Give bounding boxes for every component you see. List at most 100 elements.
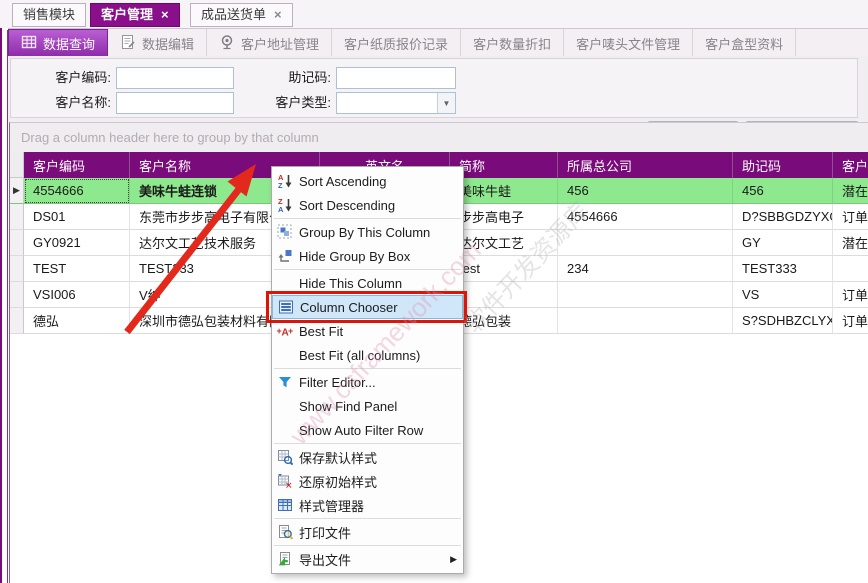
table-cell[interactable]: GY — [733, 230, 833, 256]
customer-code-input[interactable] — [116, 67, 234, 89]
tab-customer-management[interactable]: 客户管理 × — [90, 3, 180, 27]
customer-code-label: 客户编码: — [25, 67, 111, 89]
submenu-arrow-icon: ▶ — [450, 554, 457, 565]
menu-item-label: Show Auto Filter Row — [299, 423, 457, 438]
filter-icon — [277, 374, 299, 390]
customer-name-input[interactable] — [116, 92, 234, 114]
table-cell[interactable]: 456 — [733, 178, 833, 204]
menu-item-sort-ascending[interactable]: AZSort Ascending — [272, 169, 463, 193]
sub-tab-label: 客户唛头文件管理 — [576, 34, 680, 53]
red-annotation-arrow — [115, 150, 275, 345]
edit-doc-icon — [120, 34, 136, 52]
subtab-customer-box-type[interactable]: 客户盒型资料 — [693, 29, 796, 57]
tab-finished-goods-delivery[interactable]: 成品送货单 × — [190, 3, 293, 27]
menu-item-restore-initial-style[interactable]: ✕还原初始样式 — [272, 469, 463, 493]
menu-item-group-by-this-column[interactable]: Group By This Column — [272, 220, 463, 244]
menu-item-show-auto-filter-row[interactable]: Show Auto Filter Row — [272, 418, 463, 442]
column-header-4[interactable]: 所属总公司 — [558, 152, 733, 178]
table-cell[interactable]: 订单客户 — [833, 204, 868, 230]
svg-text:Z: Z — [278, 181, 283, 189]
column-header-5[interactable]: 助记码 — [733, 152, 833, 178]
sub-tab-label: 数据编辑 — [142, 34, 194, 53]
row-indicator[interactable] — [10, 204, 24, 230]
customer-name-label: 客户名称: — [25, 92, 111, 114]
style-manager-icon — [277, 497, 299, 513]
table-cell[interactable]: 订单客户 — [833, 282, 868, 308]
subtab-data-query[interactable]: 数据查询 — [8, 29, 108, 57]
table-cell[interactable] — [558, 282, 733, 308]
close-icon[interactable]: × — [161, 3, 169, 27]
table-cell[interactable] — [558, 230, 733, 256]
window-tab-bar: 销售模块客户管理 × 成品送货单 × — [0, 0, 868, 28]
table-cell[interactable]: 234 — [558, 256, 733, 282]
row-indicator[interactable] — [10, 230, 24, 256]
table-cell[interactable]: 潜在客户 — [833, 230, 868, 256]
table-cell[interactable]: D?SBBGDZYXGS — [733, 204, 833, 230]
close-icon[interactable]: × — [274, 3, 282, 27]
grid-icon — [21, 34, 37, 52]
menu-separator — [274, 545, 461, 546]
menu-item-filter-editor[interactable]: Filter Editor... — [272, 370, 463, 394]
menu-item-label: Show Find Panel — [299, 399, 457, 414]
no-icon — [277, 422, 299, 438]
app-window: { "window_tabs": [ {"name":"tab-sales-mo… — [0, 0, 868, 583]
menu-separator — [274, 518, 461, 519]
menu-item-show-find-panel[interactable]: Show Find Panel — [272, 394, 463, 418]
left-edge-outer — [0, 12, 2, 583]
sub-tab-label: 客户地址管理 — [241, 34, 319, 53]
tab-sales-module[interactable]: 销售模块 — [12, 3, 86, 27]
table-cell[interactable]: 订单客户 — [833, 308, 868, 334]
column-header-6[interactable]: 客户属性 — [833, 152, 868, 178]
table-cell[interactable]: 步步高电子 — [450, 204, 558, 230]
table-cell[interactable] — [558, 308, 733, 334]
svg-text:A: A — [278, 205, 284, 213]
menu-item-save-default-style[interactable]: 保存默认样式 — [272, 445, 463, 469]
menu-item-label: Hide Group By Box — [299, 249, 457, 264]
subtab-customer-paper-quote[interactable]: 客户纸质报价记录 — [332, 29, 461, 57]
mnemonic-code-input[interactable] — [336, 67, 456, 89]
menu-item-label: 打印文件 — [299, 523, 457, 542]
table-cell[interactable]: 美味牛蛙 — [450, 178, 558, 204]
subtab-data-edit[interactable]: 数据编辑 — [108, 29, 207, 57]
menu-item-label: 导出文件 — [299, 550, 450, 569]
table-cell[interactable]: TEST333 — [733, 256, 833, 282]
group-by-icon — [277, 224, 299, 240]
table-cell[interactable]: 4554666 — [558, 204, 733, 230]
row-indicator[interactable] — [10, 282, 24, 308]
menu-item-label: Best Fit — [299, 324, 457, 339]
tab-label: 客户管理 — [101, 3, 153, 27]
table-cell[interactable]: VS — [733, 282, 833, 308]
restore-style-icon: ✕ — [277, 473, 299, 489]
module-sub-tab-bar: 数据查询 数据编辑 客户地址管理客户纸质报价记录客户数量折扣客户唛头文件管理 客户盒型… — [8, 28, 868, 58]
search-panel: 客户编码: 助记码: 客户名称: 客户类型: ▼ 查询(S) 清空(E) — [10, 58, 858, 118]
menu-item-best-fit-all-columns[interactable]: Best Fit (all columns) — [272, 343, 463, 367]
menu-item-print-file[interactable]: 打印文件 — [272, 520, 463, 544]
menu-item-sort-descending[interactable]: ZASort Descending — [272, 193, 463, 217]
subtab-customer-address[interactable]: 客户地址管理 — [207, 29, 332, 57]
row-indicator[interactable] — [10, 256, 24, 282]
menu-item-style-manager[interactable]: 样式管理器 — [272, 493, 463, 517]
current-row-arrow-icon[interactable]: ▶ — [10, 178, 24, 204]
chevron-down-icon[interactable]: ▼ — [437, 93, 455, 113]
table-cell[interactable] — [833, 256, 868, 282]
subtab-customer-mark-file[interactable]: 客户唛头文件管理 — [564, 29, 693, 57]
customer-type-select[interactable]: ▼ — [336, 92, 456, 114]
table-cell[interactable]: 达尔文工艺 — [450, 230, 558, 256]
row-indicator[interactable] — [10, 308, 24, 334]
sub-tab-label: 客户盒型资料 — [705, 34, 783, 53]
best-fit-icon: A++ — [277, 323, 299, 339]
table-cell[interactable]: 456 — [558, 178, 733, 204]
tab-label: 成品送货单 — [201, 3, 266, 27]
svg-text:+: + — [277, 326, 282, 336]
sub-tab-label: 数据查询 — [43, 34, 95, 53]
table-cell[interactable]: S?SDHBZCLYX... — [733, 308, 833, 334]
table-cell[interactable]: test — [450, 256, 558, 282]
column-header-3[interactable]: 简称 — [450, 152, 558, 178]
print-icon — [277, 524, 299, 540]
sort-descending-icon: ZA — [277, 197, 299, 213]
menu-item-export-file[interactable]: 导出文件▶ — [272, 547, 463, 571]
subtab-customer-qty-discount[interactable]: 客户数量折扣 — [461, 29, 564, 57]
menu-item-hide-group-by-box[interactable]: Hide Group By Box — [272, 244, 463, 268]
table-cell[interactable]: 潜在客户 — [833, 178, 868, 204]
no-icon — [277, 347, 299, 363]
